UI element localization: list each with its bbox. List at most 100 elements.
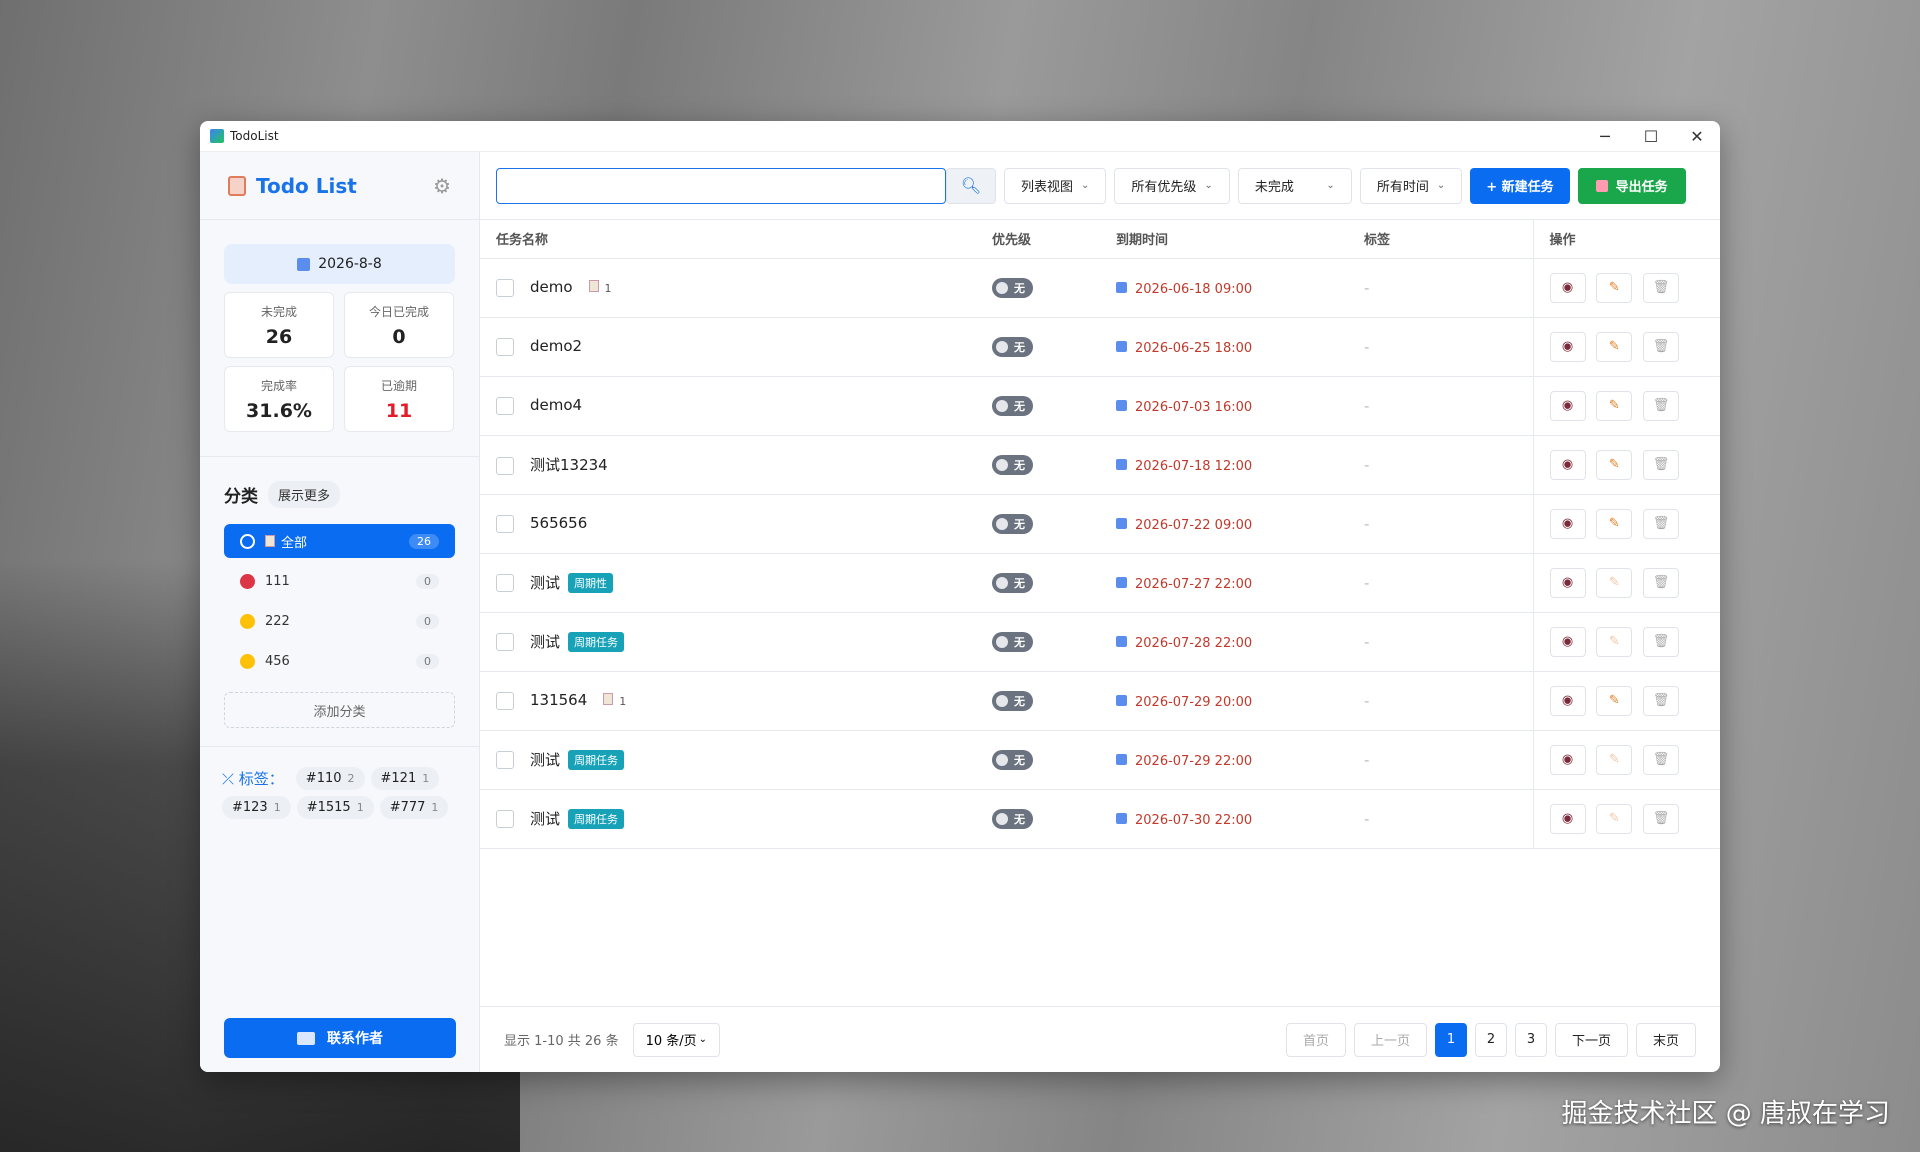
- view-button[interactable]: ◉: [1549, 744, 1586, 775]
- view-button[interactable]: ◉: [1549, 449, 1586, 480]
- task-checkbox[interactable]: [496, 751, 514, 770]
- toggle-knob: [996, 576, 1008, 589]
- view-button[interactable]: ◉: [1549, 685, 1586, 716]
- page-size-select[interactable]: 10 条/页 ⌄: [632, 1022, 721, 1057]
- priority-toggle[interactable]: 无: [992, 749, 1033, 770]
- view-button[interactable]: ◉: [1549, 567, 1586, 598]
- delete-button[interactable]: 🗑︎: [1643, 626, 1680, 657]
- calendar-icon: [1116, 694, 1127, 706]
- main-panel: 🔍︎ 列表视图 ⌄ 所有优先级 ⌄ 未完成 ⌄ 所有时间 ⌄ + 新建任务 导出任务 任…: [480, 152, 1720, 1072]
- delete-button[interactable]: 🗑︎: [1643, 390, 1680, 421]
- edit-button[interactable]: ✎: [1596, 744, 1633, 775]
- time-select[interactable]: 所有时间 ⌄: [1359, 167, 1463, 204]
- priority-toggle[interactable]: 无: [992, 336, 1033, 357]
- task-checkbox[interactable]: [496, 514, 514, 533]
- category-item[interactable]: 222 0: [224, 604, 455, 638]
- tag-chip[interactable]: #123 1: [222, 796, 291, 819]
- search-button[interactable]: 🔍︎: [946, 167, 996, 204]
- page-number-button[interactable]: 3: [1514, 1022, 1547, 1057]
- edit-button[interactable]: ✎: [1596, 449, 1633, 480]
- show-more-button[interactable]: 展示更多: [268, 481, 341, 508]
- view-button[interactable]: ◉: [1549, 272, 1586, 303]
- category-item[interactable]: 111 0: [224, 564, 455, 598]
- app-window: TodoList ─ ☐ ✕ Todo List ⚙ 2026-8-8 未完成 …: [200, 121, 1720, 1072]
- edit-button[interactable]: ✎: [1596, 272, 1633, 303]
- next-page-button[interactable]: 下一页: [1554, 1022, 1628, 1057]
- delete-button[interactable]: 🗑︎: [1643, 331, 1680, 362]
- search-input[interactable]: [496, 167, 946, 204]
- priority-toggle[interactable]: 无: [992, 277, 1033, 298]
- tag-chip[interactable]: #110 2: [295, 767, 365, 790]
- edit-button[interactable]: ✎: [1596, 626, 1633, 657]
- task-checkbox[interactable]: [496, 456, 514, 475]
- priority-toggle[interactable]: 无: [992, 690, 1033, 711]
- view-button[interactable]: ◉: [1549, 508, 1586, 539]
- delete-button[interactable]: 🗑︎: [1643, 449, 1680, 480]
- task-checkbox[interactable]: [496, 337, 514, 356]
- priority-cell: 无: [976, 258, 1100, 318]
- trash-icon: 🗑︎: [1652, 516, 1670, 531]
- edit-button[interactable]: ✎: [1596, 331, 1633, 362]
- due-date: 2026-07-29 20:00: [1116, 694, 1252, 710]
- view-button[interactable]: ◉: [1549, 331, 1586, 362]
- category-item[interactable]: 全部 26: [224, 524, 455, 558]
- delete-button[interactable]: 🗑︎: [1643, 567, 1680, 598]
- page-number-button[interactable]: 2: [1474, 1022, 1507, 1057]
- task-checkbox[interactable]: [496, 691, 514, 710]
- delete-button[interactable]: 🗑︎: [1643, 685, 1680, 716]
- view-button[interactable]: ◉: [1549, 626, 1586, 657]
- new-task-button[interactable]: + 新建任务: [1470, 167, 1570, 204]
- tag-chip[interactable]: #121 1: [370, 767, 440, 790]
- view-button[interactable]: ◉: [1549, 390, 1586, 421]
- delete-button[interactable]: 🗑︎: [1643, 272, 1680, 303]
- priority-toggle[interactable]: 无: [992, 513, 1033, 534]
- delete-button[interactable]: 🗑︎: [1643, 508, 1680, 539]
- edit-button[interactable]: ✎: [1596, 803, 1633, 834]
- actions-cell: ◉ ✎ 🗑︎: [1532, 435, 1720, 495]
- title-bar: TodoList ─ ☐ ✕: [200, 121, 1720, 152]
- edit-button[interactable]: ✎: [1596, 567, 1633, 598]
- edit-button[interactable]: ✎: [1596, 390, 1633, 421]
- priority-select[interactable]: 所有优先级 ⌄: [1114, 167, 1230, 204]
- task-checkbox[interactable]: [496, 633, 514, 652]
- view-select[interactable]: 列表视图 ⌄: [1004, 167, 1107, 204]
- priority-toggle[interactable]: 无: [992, 572, 1033, 593]
- tag-chip[interactable]: #777 1: [379, 796, 449, 819]
- delete-button[interactable]: 🗑︎: [1643, 803, 1680, 834]
- first-page-button[interactable]: 首页: [1285, 1022, 1346, 1057]
- delete-button[interactable]: 🗑︎: [1643, 744, 1680, 775]
- table-row: 测试13234 无 2026-07-18 12:00 - ◉ ✎ 🗑︎: [480, 435, 1720, 495]
- pencil-icon: ✎: [1608, 339, 1620, 354]
- priority-toggle[interactable]: 无: [992, 808, 1033, 829]
- minimize-button[interactable]: ─: [1582, 121, 1628, 151]
- prev-page-button[interactable]: 上一页: [1353, 1022, 1427, 1057]
- task-checkbox[interactable]: [496, 396, 514, 415]
- last-page-button[interactable]: 末页: [1635, 1022, 1696, 1057]
- add-category-button[interactable]: 添加分类: [224, 692, 455, 728]
- tag-name: #110: [305, 771, 342, 786]
- stat-value: 31.6%: [246, 400, 312, 422]
- tag-list: ⤫ 标签： #110 2 #121 1 #123 1 #1515 1 #777 1: [200, 747, 479, 839]
- category-item[interactable]: 456 0: [224, 644, 455, 678]
- page-number-button[interactable]: 1: [1434, 1022, 1467, 1057]
- task-name: 131564: [530, 691, 588, 710]
- contact-author-button[interactable]: 联系作者: [224, 1018, 456, 1058]
- task-name-cell: 测试 周期任务: [480, 612, 976, 672]
- task-checkbox[interactable]: [496, 278, 514, 297]
- task-checkbox[interactable]: [496, 574, 514, 593]
- edit-button[interactable]: ✎: [1596, 508, 1633, 539]
- view-button[interactable]: ◉: [1549, 803, 1586, 834]
- tag-chip[interactable]: #1515 1: [296, 796, 374, 819]
- export-tasks-button[interactable]: 导出任务: [1577, 167, 1686, 204]
- status-select[interactable]: 未完成 ⌄: [1237, 167, 1352, 204]
- priority-label: 无: [1014, 694, 1025, 708]
- priority-toggle[interactable]: 无: [992, 631, 1033, 652]
- subtask-count: 1: [603, 693, 626, 708]
- close-button[interactable]: ✕: [1674, 121, 1720, 151]
- priority-toggle[interactable]: 无: [992, 454, 1033, 475]
- priority-toggle[interactable]: 无: [992, 395, 1033, 416]
- task-checkbox[interactable]: [496, 810, 514, 829]
- gear-icon[interactable]: ⚙: [433, 174, 451, 198]
- maximize-button[interactable]: ☐: [1628, 121, 1674, 151]
- edit-button[interactable]: ✎: [1596, 685, 1633, 716]
